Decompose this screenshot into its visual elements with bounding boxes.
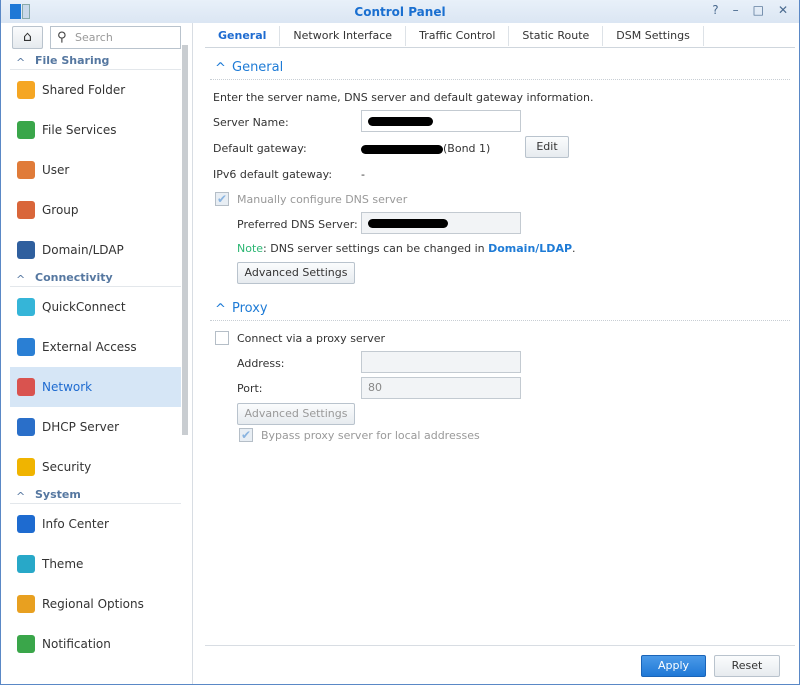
window-frame [0,0,800,685]
